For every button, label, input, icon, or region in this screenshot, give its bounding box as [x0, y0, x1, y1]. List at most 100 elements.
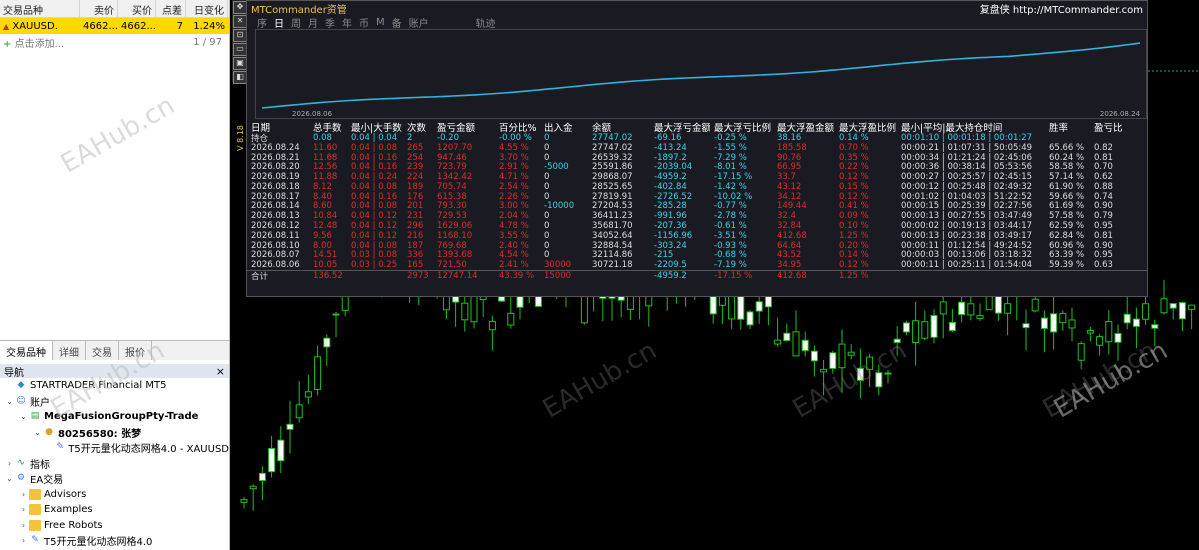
- history-icon[interactable]: ◧: [233, 71, 247, 84]
- stats-cell: 12.56: [313, 162, 338, 173]
- mtc-tab[interactable]: 账户: [409, 15, 429, 30]
- nav-item[interactable]: ⌄ ▤ MegaFusionGroupPty-Trade: [0, 409, 229, 425]
- close-icon[interactable]: ×: [216, 365, 225, 378]
- stats-cell: 34052.64: [592, 230, 633, 241]
- mtc-tab[interactable]: M: [376, 17, 385, 28]
- stats-cell: 0: [544, 172, 550, 183]
- mtc-tab[interactable]: 日: [274, 15, 284, 30]
- nav-item[interactable]: ⌄ ⚙ EA交易: [0, 471, 229, 487]
- mtc-tab[interactable]: 年: [342, 15, 352, 30]
- stats-row[interactable]: 2026.08.12 12.48 0.04 | 0.12 296 1629.06 4.78…: [247, 221, 1147, 231]
- stats-cell: 705.74: [437, 181, 467, 192]
- stats-cell: 0.20 %: [839, 240, 869, 251]
- stats-row[interactable]: 持仓 0.08 0.04 | 0.04 2 -0.20 -0.00 % 0 27747.02-…: [247, 132, 1147, 144]
- stats-cell: 0.95: [1094, 250, 1113, 261]
- chevron-icon[interactable]: ⌄: [18, 412, 29, 421]
- mtc-tab[interactable]: 季: [325, 15, 335, 30]
- stats-cell: 0.15 %: [839, 181, 869, 192]
- folder-icon: [29, 519, 41, 531]
- stats-row[interactable]: 2026.08.19 11.88 0.04 | 0.24 224 1342.42 4.71…: [247, 172, 1147, 182]
- chevron-icon[interactable]: ›: [18, 490, 29, 499]
- stats-row[interactable]: 2026.08.13 10.84 0.04 | 0.12 231 729.53 2.04 …: [247, 211, 1147, 221]
- tab-trading[interactable]: 交易: [86, 341, 119, 360]
- mtc-tab[interactable]: 币: [359, 15, 369, 30]
- nav-item[interactable]: ⌄ ● 80256580: 张梦: [0, 425, 229, 441]
- stats-cell: 0: [544, 230, 550, 241]
- stats-cell: 0.41 %: [839, 201, 869, 212]
- stats-cell: 1393.68: [437, 250, 473, 261]
- col-ask[interactable]: 买价: [118, 0, 156, 17]
- nav-item[interactable]: ✎ T5开元量化动态网格4.0 - XAUUSD: [0, 440, 229, 456]
- stats-cell: 0.22 %: [839, 162, 869, 173]
- chevron-icon[interactable]: ›: [18, 536, 29, 545]
- chevron-icon[interactable]: ›: [18, 505, 29, 514]
- nav-item[interactable]: › Advisors: [0, 487, 229, 503]
- window-icon[interactable]: ▭: [233, 43, 247, 56]
- stats-row[interactable]: 2026.08.20 12.56 0.04 | 0.16 239 723.79 2.91 …: [247, 162, 1147, 172]
- mtc-tab[interactable]: 月: [308, 15, 318, 30]
- stats-cell: 0.79: [1094, 211, 1113, 222]
- stats-cell: 4.71 %: [499, 172, 529, 183]
- stats-cell: -1156.96: [654, 230, 693, 241]
- stats-header-cell: 最大浮亏比例: [714, 123, 772, 134]
- stats-row[interactable]: 2026.08.06 10.05 0.03 | 0.25 165 721.50 2.41 …: [247, 260, 1147, 270]
- col-symbol[interactable]: 交易品种: [0, 0, 80, 17]
- candle: [1160, 279, 1168, 315]
- nav-item-label: T5开元量化动态网格4.0 - XAUUSD: [68, 444, 229, 456]
- move-icon[interactable]: ✥: [233, 1, 247, 14]
- mtc-tab[interactable]: 周: [291, 15, 301, 30]
- stats-row[interactable]: 2026.08.21 11.68 0.04 | 0.16 254 947.46 3.70 …: [247, 153, 1147, 163]
- stats-cell: 8.40: [313, 191, 332, 202]
- chevron-icon[interactable]: ⌄: [4, 474, 15, 483]
- symbol-row[interactable]: ▲ XAUUSD. 4662.... 4662.... 7 1.24%: [0, 18, 229, 34]
- col-bid[interactable]: 卖价: [80, 0, 118, 17]
- nav-item-label: EA交易: [30, 475, 64, 487]
- stats-cell: -2.78 %: [714, 211, 747, 222]
- candle: [746, 309, 754, 329]
- zoom-icon[interactable]: ⊡: [233, 29, 247, 42]
- stats-cell: 4.54 %: [499, 250, 529, 261]
- stats-row[interactable]: 2026.08.14 8.60 0.04 | 0.08 201 793.30 3.00 %…: [247, 201, 1147, 212]
- nav-item[interactable]: › ∿ 指标: [0, 456, 229, 472]
- tab-details[interactable]: 详细: [53, 341, 86, 360]
- stats-cell: 0.14 %: [839, 132, 869, 143]
- stats-cell: 723.79: [437, 162, 467, 173]
- nav-item[interactable]: › Examples: [0, 502, 229, 518]
- tab-symbols[interactable]: 交易品种: [0, 341, 53, 360]
- candle: [902, 320, 910, 336]
- stats-row[interactable]: 2026.08.07 14.51 0.03 | 0.08 336 1393.68 4.54…: [247, 250, 1147, 261]
- chevron-icon[interactable]: ⌄: [4, 397, 15, 406]
- close-icon[interactable]: ✕: [233, 15, 247, 28]
- stats-row[interactable]: 2026.08.10 8.00 0.04 | 0.08 187 769.68 2.40 %…: [247, 241, 1147, 251]
- navigator-title: 导航: [4, 367, 24, 379]
- stats-total-row[interactable]: 合计 136.52 2973 12747.14 43.39 % 15000 -4959.2 -…: [247, 270, 1147, 282]
- stats-row[interactable]: 2026.08.18 8.12 0.04 | 0.08 189 705.74 2.54 %…: [247, 182, 1147, 192]
- chevron-icon[interactable]: ›: [4, 459, 15, 468]
- stats-cell: 00:00:34 | 01:21:24 | 02:45:06: [901, 152, 1033, 163]
- stats-cell: 61.90 %: [1049, 181, 1085, 192]
- stats-cell: 62.84 %: [1049, 230, 1085, 241]
- mtc-tab[interactable]: 轨迹: [476, 15, 496, 30]
- stats-cell: 12.48: [313, 221, 338, 232]
- nav-item[interactable]: ⌄ ☺ 账户: [0, 394, 229, 410]
- mtc-tab[interactable]: 备: [392, 15, 402, 30]
- add-symbol-row[interactable]: + 点击添加... 1 / 97: [0, 34, 229, 50]
- stats-cell: 0.70: [1094, 162, 1113, 173]
- stats-row[interactable]: 2026.08.17 8.40 0.04 | 0.16 176 615.38 2.26 %…: [247, 192, 1147, 202]
- screenshot-icon[interactable]: ▣: [233, 57, 247, 70]
- nav-item[interactable]: › ✎ T5开元量化动态网格4.0: [0, 533, 229, 549]
- candle: [1022, 309, 1030, 351]
- col-change[interactable]: 日变化: [186, 0, 228, 17]
- col-spread[interactable]: 点差: [156, 0, 186, 17]
- stats-row[interactable]: 2026.08.24 11.60 0.04 | 0.08 265 1207.70 4.55…: [247, 143, 1147, 153]
- stats-cell: 43.12: [777, 181, 802, 192]
- stats-cell: -17.15 %: [714, 172, 753, 183]
- chevron-icon[interactable]: ⌄: [32, 428, 43, 437]
- stats-cell: 239: [407, 162, 424, 173]
- stats-cell: 0.12 %: [839, 260, 869, 271]
- nav-item[interactable]: › Free Robots: [0, 518, 229, 534]
- stats-row[interactable]: 2026.08.11 9.56 0.04 | 0.12 216 1168.10 3.55 …: [247, 231, 1147, 241]
- mtc-tab[interactable]: 序: [257, 15, 267, 30]
- mtc-website[interactable]: 复盘侠 http://MTCommander.com: [980, 1, 1143, 16]
- chevron-icon[interactable]: ›: [18, 521, 29, 530]
